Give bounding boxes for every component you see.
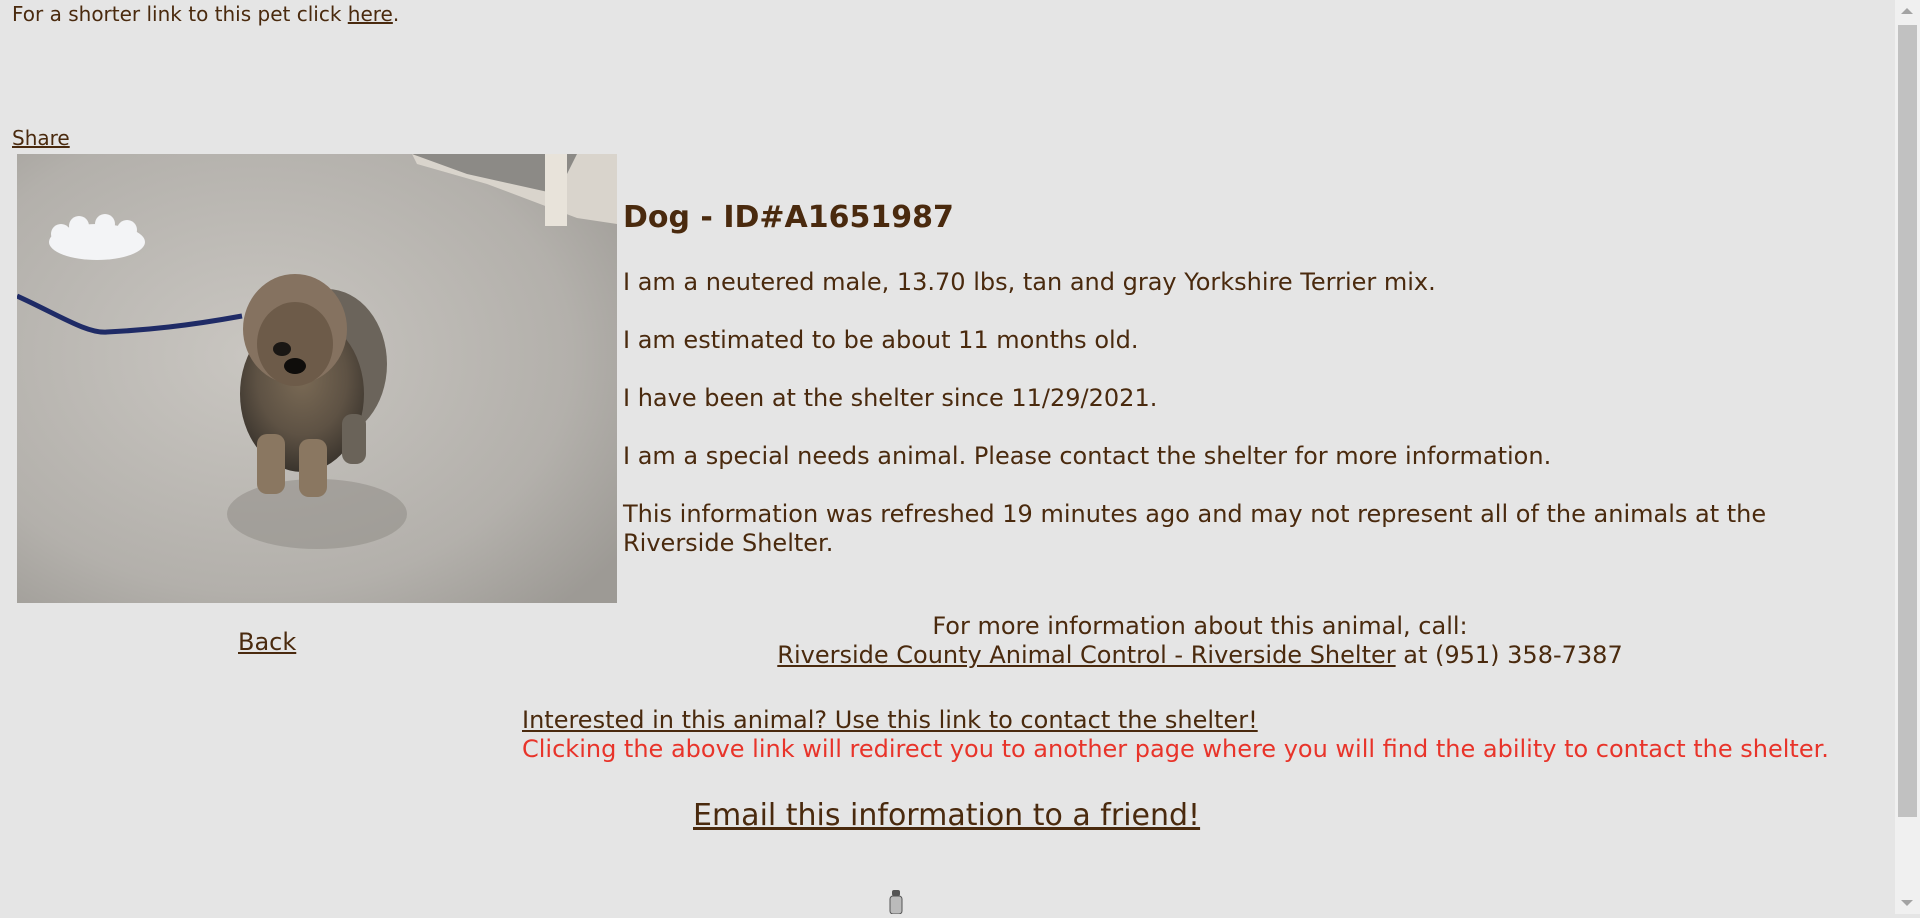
partial-icon	[888, 890, 904, 915]
refresh-notice: This information was refreshed 19 minute…	[623, 500, 1767, 557]
vertical-scrollbar[interactable]	[1895, 0, 1920, 914]
pet-age: I am estimated to be about 11 months old…	[623, 326, 1139, 354]
dog-photo-image	[17, 154, 617, 603]
pet-special-needs: I am a special needs animal. Please cont…	[623, 442, 1552, 470]
back-link[interactable]: Back	[238, 628, 296, 656]
scroll-up-arrow-icon[interactable]	[1901, 8, 1913, 14]
shortlink-suffix: .	[392, 2, 400, 26]
share-link[interactable]: Share	[12, 126, 70, 150]
redirect-notice: Clicking the above link will redirect yo…	[522, 735, 1829, 763]
shortlink-prefix: For a shorter link to this pet click	[12, 2, 348, 26]
contact-shelter-link[interactable]: Interested in this animal? Use this link…	[522, 706, 1258, 735]
pet-title: Dog - ID#A1651987	[623, 200, 954, 235]
shelter-link[interactable]: Riverside County Animal Control - Rivers…	[777, 641, 1395, 669]
contact-info: For more information about this animal, …	[700, 612, 1700, 670]
pet-description: I am a neutered male, 13.70 lbs, tan and…	[623, 268, 1436, 296]
contact-line: Riverside County Animal Control - Rivers…	[700, 641, 1700, 670]
pet-photo	[17, 154, 617, 603]
pet-intake-date: I have been at the shelter since 11/29/2…	[623, 384, 1158, 412]
scroll-down-arrow-icon[interactable]	[1901, 900, 1913, 906]
shortlink-text: For a shorter link to this pet click her…	[12, 2, 399, 26]
email-friend-link[interactable]: Email this information to a friend!	[693, 798, 1200, 833]
shelter-phone: at (951) 358-7387	[1395, 641, 1623, 669]
shortlink-here-link[interactable]: here	[348, 2, 393, 26]
contact-intro: For more information about this animal, …	[932, 612, 1468, 640]
scrollbar-thumb[interactable]	[1898, 25, 1917, 817]
